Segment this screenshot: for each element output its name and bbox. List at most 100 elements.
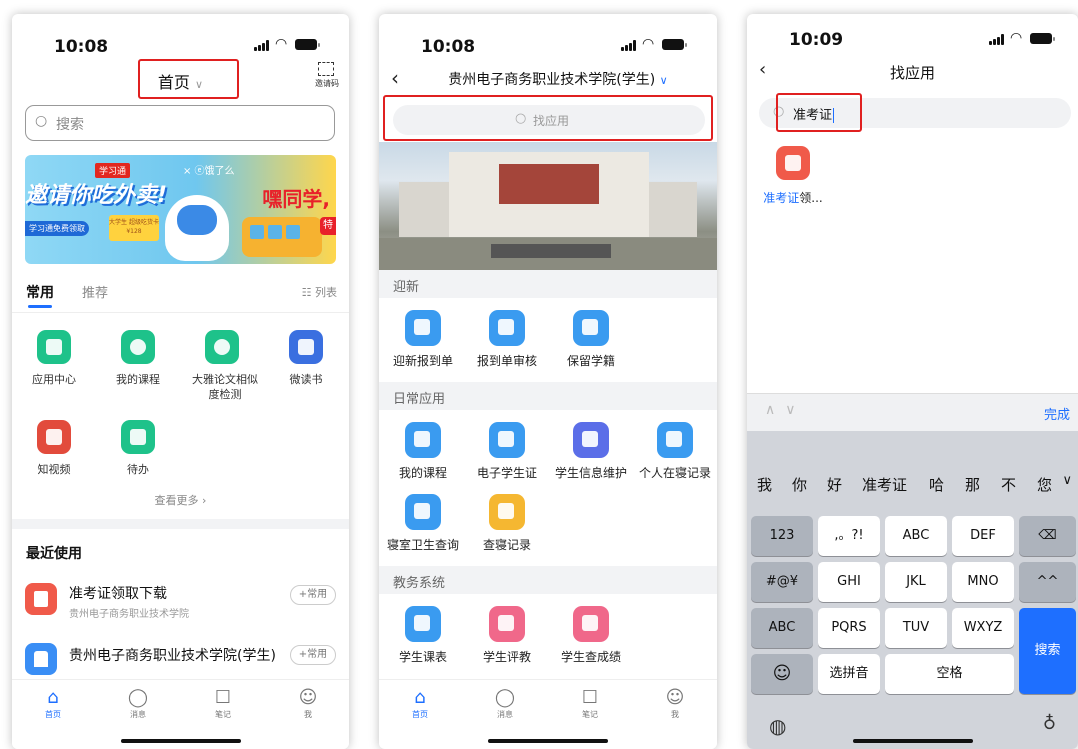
scan-label: 邀请码 — [315, 79, 339, 88]
candidate[interactable]: 你 — [792, 474, 807, 495]
app-report-review[interactable]: 报到单审核 — [465, 310, 549, 369]
chevron-down-icon: ∨ — [659, 74, 668, 87]
search-icon: ○ — [35, 113, 48, 129]
app-dorm-record[interactable]: 个人在寝记录 — [633, 422, 717, 481]
candidate[interactable]: 哈 — [929, 474, 944, 495]
globe-icon[interactable]: ◍ — [769, 714, 786, 738]
app-todo[interactable]: 待办 — [100, 420, 176, 477]
candidate[interactable]: 好 — [827, 474, 842, 495]
key-symbols[interactable]: #@¥ — [751, 562, 813, 602]
tab-label: 笔记 — [582, 710, 598, 719]
grid-icon — [37, 330, 71, 364]
tab-me[interactable]: ☺ 我 — [283, 688, 333, 720]
app-label: 查寝记录 — [482, 538, 531, 552]
app-timetable[interactable]: 学生课表 — [381, 606, 465, 665]
tab-home[interactable]: ⌂ 首页 — [28, 688, 78, 720]
candidate[interactable]: 您 — [1037, 474, 1052, 495]
app-my-courses[interactable]: 我的课程 — [100, 330, 176, 387]
bottom-tab-bar: ⌂ 首页 ◯ 消息 ☐ 笔记 ☺ 我 — [379, 679, 717, 749]
backspace-key-icon[interactable]: ⌫ — [1019, 516, 1076, 556]
see-more-link[interactable]: 查看更多 › — [12, 492, 349, 508]
key-emoticon[interactable]: ^^ — [1019, 562, 1076, 602]
text-caret — [833, 108, 835, 123]
candidate[interactable]: 那 — [965, 474, 980, 495]
key-def[interactable]: DEF — [952, 516, 1014, 556]
space-key[interactable]: 空格 — [885, 654, 1014, 694]
grades-icon — [573, 606, 609, 642]
list-icon — [405, 494, 441, 530]
app-student-info[interactable]: 学生信息维护 — [549, 422, 633, 481]
graduation-cap-icon — [121, 330, 155, 364]
candidate[interactable]: 我 — [757, 474, 772, 495]
app-student-card[interactable]: 电子学生证 — [465, 422, 549, 481]
tab-label: 首页 — [412, 710, 428, 719]
app-keep-status[interactable]: 保留学籍 — [549, 310, 633, 369]
key-abc-mode[interactable]: ABC — [751, 608, 813, 648]
mascot-illustration — [165, 195, 229, 261]
emoji-key-icon[interactable]: ☺ — [751, 654, 813, 694]
key-tuv[interactable]: TUV — [885, 608, 947, 648]
tab-me[interactable]: ☺ 我 — [650, 688, 700, 720]
app-paper-check[interactable]: 大雅论文相似度检测 — [184, 330, 260, 402]
status-bar: 10:08 ◠ — [379, 14, 717, 74]
recent-item-admission-ticket[interactable]: 准考证领取下载 贵州电子商务职业技术学院 +常用 — [12, 579, 349, 629]
app-evaluation[interactable]: 学生评教 — [465, 606, 549, 665]
recent-subtitle: 贵州电子商务职业技术学院 — [69, 609, 189, 620]
college-title[interactable]: 贵州电子商务职业技术学院(学生) ∨ — [409, 69, 707, 89]
app-label: 学生课表 — [398, 650, 447, 664]
search-input[interactable]: ○ 搜索 — [25, 105, 335, 141]
app-weidushu[interactable]: 微读书 — [268, 330, 344, 387]
candidate[interactable]: 不 — [1001, 474, 1016, 495]
tab-common[interactable]: 常用 — [26, 282, 54, 308]
key-abc[interactable]: ABC — [885, 516, 947, 556]
expand-candidates-icon[interactable]: ∨ — [1062, 473, 1072, 488]
college-title-text: 贵州电子商务职业技术学院(学生) — [448, 72, 656, 88]
back-chevron-icon[interactable]: ‹ — [391, 66, 399, 90]
app-welcome-report[interactable]: 迎新报到单 — [381, 310, 465, 369]
app-grades[interactable]: 学生查成绩 — [549, 606, 633, 665]
scan-invite-button[interactable]: 邀请码 — [315, 62, 339, 89]
key-ghi[interactable]: GHI — [818, 562, 880, 602]
microphone-icon[interactable]: ♁ — [1043, 713, 1056, 734]
app-label: 寝室卫生查询 — [386, 538, 459, 552]
person-icon: ☺ — [298, 687, 318, 708]
home-title-dropdown[interactable]: 首页 ∨ — [12, 69, 349, 93]
key-pinyin[interactable]: 选拼音 — [818, 654, 880, 694]
app-dorm-hygiene[interactable]: 寝室卫生查询 — [381, 494, 465, 553]
flag-icon — [489, 494, 525, 530]
key-mno[interactable]: MNO — [952, 562, 1014, 602]
tab-recommended[interactable]: 推荐 — [82, 282, 108, 301]
app-center[interactable]: 应用中心 — [16, 330, 92, 387]
add-common-button[interactable]: +常用 — [290, 645, 336, 665]
search-result-admission-ticket[interactable]: 准考证领... — [761, 146, 825, 206]
app-dorm-check[interactable]: 查寝记录 — [465, 494, 549, 553]
key-jkl[interactable]: JKL — [885, 562, 947, 602]
status-time: 10:09 — [789, 30, 844, 50]
find-app-search-input[interactable]: ○ 准考证 — [759, 98, 1071, 128]
key-wxyz[interactable]: WXYZ — [952, 608, 1014, 648]
ticket-icon — [25, 583, 57, 615]
key-punct[interactable]: ,。?! — [818, 516, 880, 556]
banner-brand: 学习通 — [95, 163, 131, 178]
tab-notes[interactable]: ☐ 笔记 — [565, 688, 615, 720]
find-app-search[interactable]: ○ 找应用 — [393, 105, 705, 135]
tab-label: 我 — [671, 710, 679, 719]
add-common-button[interactable]: +常用 — [290, 585, 336, 605]
key-pqrs[interactable]: PQRS — [818, 608, 880, 648]
list-mode-toggle[interactable]: ☷ 列表 — [302, 284, 337, 300]
home-indicator — [120, 739, 241, 743]
done-button[interactable]: 完成 — [1044, 404, 1070, 423]
tab-messages[interactable]: ◯ 消息 — [480, 688, 530, 720]
prev-next-arrows-icon[interactable]: ∧∨ — [765, 402, 806, 418]
tab-home[interactable]: ⌂ 首页 — [395, 688, 445, 720]
app-zhishipin[interactable]: 知视频 — [16, 420, 92, 477]
app-my-courses[interactable]: 我的课程 — [381, 422, 465, 481]
key-123[interactable]: 123 — [751, 516, 813, 556]
status-bar: 10:08 ◠ — [12, 14, 349, 74]
search-key[interactable]: 搜索 — [1019, 608, 1076, 694]
recent-heading: 最近使用 — [26, 546, 82, 562]
tab-messages[interactable]: ◯ 消息 — [113, 688, 163, 720]
candidate[interactable]: 准考证 — [862, 474, 907, 495]
promo-banner[interactable]: 学习通 × ⓔ饿了么 邀请你吃外卖! 嘿同学, 学习通免费领取 大学生 超级吃货… — [25, 155, 336, 264]
tab-notes[interactable]: ☐ 笔记 — [198, 688, 248, 720]
